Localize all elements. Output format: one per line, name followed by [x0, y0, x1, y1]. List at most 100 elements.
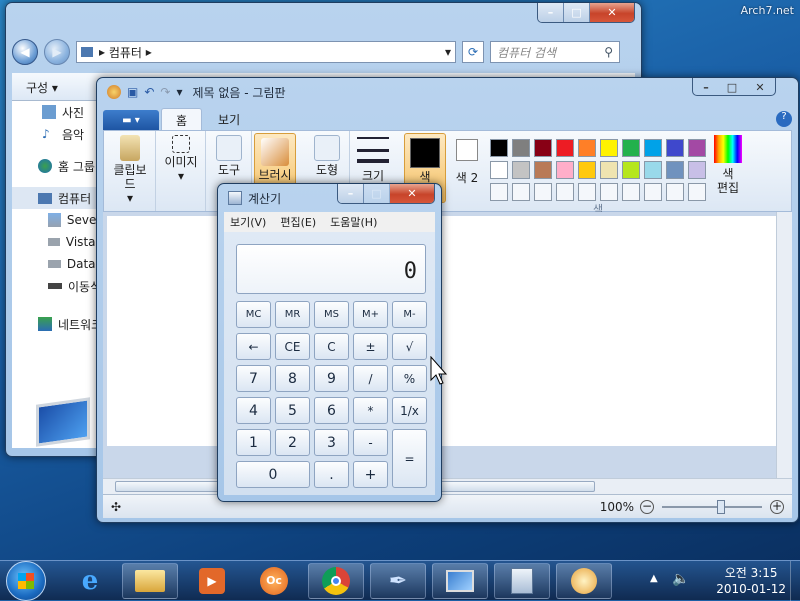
paint-window[interactable]: ▣ ↶ ↷ ▾ 제목 없음 - 그림판 – □ ✕ ▬ ▾ 홈 보기 ? 클립보… [96, 77, 799, 523]
zoom-out-button[interactable]: − [640, 499, 654, 514]
color-swatch[interactable] [534, 139, 552, 157]
close-button[interactable]: ✕ [590, 3, 634, 22]
zoom-slider-thumb[interactable] [717, 499, 725, 514]
vertical-scrollbar[interactable] [776, 212, 792, 478]
calc-key-1dividex[interactable]: 1/x [392, 397, 427, 424]
sidebar-item-music[interactable]: ♪ 음악 [12, 123, 104, 145]
calc-key-minus[interactable]: - [353, 429, 388, 456]
zoom-in-button[interactable]: + [770, 499, 784, 514]
empty-color-slot[interactable] [666, 183, 684, 201]
address-dropdown-icon[interactable]: ▾ [445, 45, 451, 59]
color-swatch[interactable] [688, 139, 706, 157]
color-swatch[interactable] [666, 161, 684, 179]
empty-color-slot[interactable] [644, 183, 662, 201]
help-icon[interactable]: ? [776, 111, 792, 127]
image-button[interactable]: 이미지 ▾ [158, 135, 204, 183]
calc-key-0[interactable]: 0 [236, 461, 310, 488]
taskbar-chrome[interactable] [308, 563, 364, 599]
calc-key-CE[interactable]: CE [275, 333, 310, 360]
sidebar-item-homegroup[interactable]: 홈 그룹 [12, 155, 104, 177]
calc-key-2[interactable]: 2 [275, 429, 310, 456]
calc-key-sqrt[interactable]: √ [392, 333, 427, 360]
color-swatch[interactable] [622, 139, 640, 157]
taskbar-paint[interactable] [556, 563, 612, 599]
color-swatch[interactable] [512, 139, 530, 157]
calculator-window[interactable]: 계산기 – □ ✕ 보기(V) 편집(E) 도움말(H) 0 MC MR MS M+ M… [217, 183, 442, 502]
empty-color-slot[interactable] [622, 183, 640, 201]
color-swatch[interactable] [556, 161, 574, 179]
zoom-slider[interactable] [662, 499, 762, 514]
size-button[interactable]: 크기 [354, 137, 392, 183]
calc-key-MS[interactable]: MS [314, 301, 349, 328]
back-button[interactable]: ◀ [12, 39, 38, 65]
menu-edit[interactable]: 편집(E) [280, 214, 316, 230]
calc-key-C[interactable]: C [314, 333, 349, 360]
minimize-button[interactable]: – [693, 78, 719, 95]
maximize-button[interactable]: □ [719, 78, 745, 95]
empty-color-slot[interactable] [512, 183, 530, 201]
search-input[interactable]: 컴퓨터 검색 ⚲ [490, 41, 620, 63]
address-bar[interactable]: ▸ 컴퓨터 ▸ ▾ [76, 41, 456, 63]
system-clock[interactable]: 오전 3:15 2010-01-12 [716, 565, 786, 597]
save-icon[interactable]: ▣ [127, 85, 138, 99]
empty-color-slot[interactable] [578, 183, 596, 201]
quick-access-dropdown-icon[interactable]: ▾ [176, 85, 182, 99]
taskbar-calculator[interactable] [494, 563, 550, 599]
empty-color-slot[interactable] [534, 183, 552, 201]
sidebar-item-removable[interactable]: 이동식 [12, 275, 104, 297]
taskbar-remote-desktop[interactable] [432, 563, 488, 599]
calc-key-divide[interactable]: / [353, 365, 388, 392]
empty-color-slot[interactable] [556, 183, 574, 201]
taskbar-media-player[interactable]: ▶ [184, 563, 240, 599]
color-swatch[interactable] [688, 161, 706, 179]
color-swatch[interactable] [512, 161, 530, 179]
calc-key-9[interactable]: 9 [314, 365, 349, 392]
tab-home[interactable]: 홈 [161, 108, 203, 130]
volume-icon[interactable]: 🔈 [672, 571, 689, 587]
start-button[interactable] [6, 561, 46, 601]
color-swatch[interactable] [622, 161, 640, 179]
show-desktop-button[interactable] [790, 561, 800, 601]
calc-key-MR[interactable]: MR [275, 301, 310, 328]
calc-key-7[interactable]: 7 [236, 365, 271, 392]
color-swatch[interactable] [578, 161, 596, 179]
horizontal-scrollbar[interactable] [103, 478, 792, 494]
color-swatch[interactable] [534, 161, 552, 179]
menu-view[interactable]: 보기(V) [230, 214, 266, 230]
color-swatch[interactable] [490, 139, 508, 157]
calc-key-3[interactable]: 3 [314, 429, 349, 456]
tab-view[interactable]: 보기 [204, 108, 254, 130]
paint-app-icon[interactable] [107, 85, 121, 99]
color-swatch[interactable] [578, 139, 596, 157]
sidebar-item-drive-data[interactable]: Data ( [12, 253, 104, 275]
calc-key-5[interactable]: 5 [275, 397, 310, 424]
taskbar-ie[interactable]: e [62, 563, 118, 599]
empty-color-slot[interactable] [490, 183, 508, 201]
calc-key-multiply[interactable]: * [353, 397, 388, 424]
calc-key-1[interactable]: 1 [236, 429, 271, 456]
refresh-button[interactable]: ⟳ [462, 41, 484, 63]
empty-color-slot[interactable] [600, 183, 618, 201]
forward-button[interactable]: ▶ [44, 39, 70, 65]
taskbar-pen-app[interactable]: ✒ [370, 563, 426, 599]
calc-key-decimal[interactable]: . [314, 461, 349, 488]
color-swatch[interactable] [600, 139, 618, 157]
calc-key-backspace[interactable]: ← [236, 333, 271, 360]
edit-colors-button[interactable]: 색 편집 [710, 135, 746, 195]
calc-key-Mminus[interactable]: M- [392, 301, 427, 328]
color-swatch[interactable] [556, 139, 574, 157]
calc-key-6[interactable]: 6 [314, 397, 349, 424]
sidebar-item-computer[interactable]: 컴퓨터 [12, 187, 104, 209]
organize-menu[interactable]: 구성 [26, 81, 48, 95]
color-swatch[interactable] [644, 139, 662, 157]
close-button[interactable]: ✕ [745, 78, 775, 95]
calc-key-4[interactable]: 4 [236, 397, 271, 424]
sidebar-item-network[interactable]: 네트워크 [12, 313, 104, 335]
color2-button[interactable]: 색 2 [452, 139, 482, 185]
color-swatch[interactable] [600, 161, 618, 179]
show-hidden-icons[interactable]: ▲ [650, 573, 658, 584]
tools-button[interactable]: 도구 [210, 135, 248, 177]
calc-key-plus[interactable]: + [353, 461, 388, 488]
sidebar-item-pictures[interactable]: 사진 [12, 101, 104, 123]
taskbar-explorer[interactable] [122, 563, 178, 599]
